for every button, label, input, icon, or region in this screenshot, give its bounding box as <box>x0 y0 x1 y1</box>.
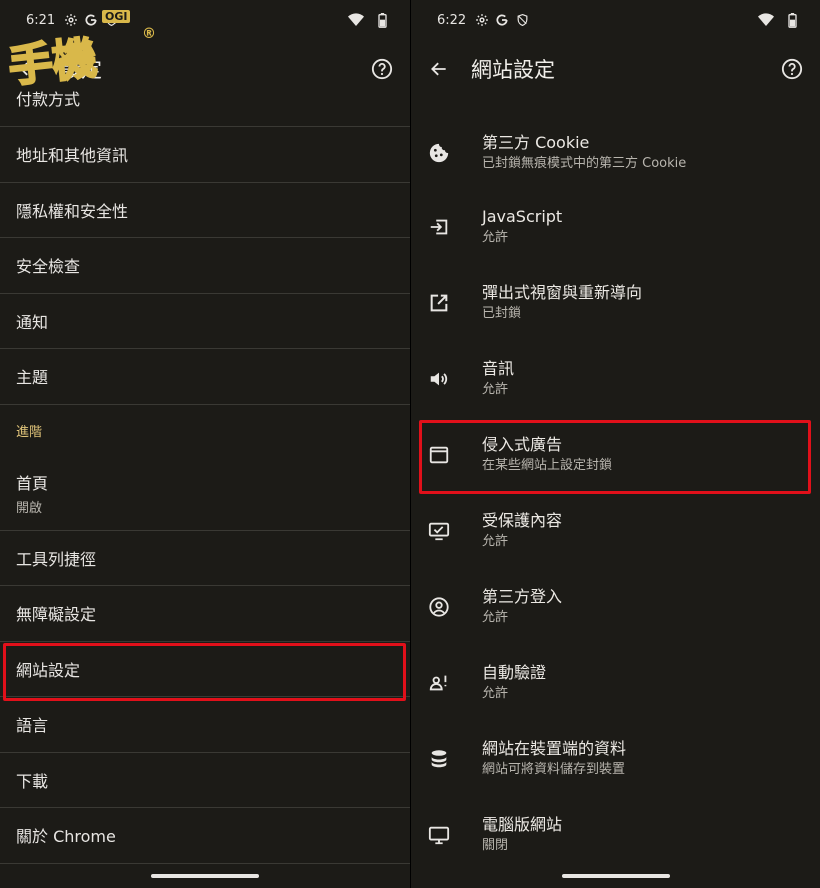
screenshot-composite: 6:21 設定 手機 OGI ® 付款方式 地址和其他資訊 隱私權和安全性 安全… <box>0 0 820 888</box>
gesture-nav-bar[interactable] <box>151 874 259 878</box>
account-icon <box>429 597 449 617</box>
javascript-icon <box>430 219 448 235</box>
shield-icon <box>103 12 119 28</box>
app-bar: 網站設定 <box>411 40 820 98</box>
settings-item-addresses[interactable]: 地址和其他資訊 <box>0 127 410 183</box>
settings-item-site-settings[interactable]: 網站設定 <box>0 642 410 697</box>
settings-item-toolbar-shortcut[interactable]: 工具列捷徑 <box>0 531 410 586</box>
status-bar: 6:22 <box>411 0 820 40</box>
popup-icon <box>430 294 448 312</box>
page-title: 網站設定 <box>471 58 555 82</box>
auto-verify-icon <box>429 675 447 691</box>
back-button[interactable] <box>425 55 453 83</box>
gear-icon <box>63 12 79 28</box>
settings-item-notifications[interactable]: 通知 <box>0 294 410 349</box>
settings-item-payment[interactable]: 付款方式 <box>0 72 410 127</box>
database-icon <box>431 750 447 768</box>
gear-icon <box>474 12 490 28</box>
settings-item-about-chrome[interactable]: 關於 Chrome <box>0 808 410 864</box>
site-setting-on-device-data[interactable]: 網站在裝置端的資料 網站可將資料儲存到裝置 <box>411 720 820 796</box>
site-setting-protected-content[interactable]: 受保護內容 允許 <box>411 492 820 568</box>
site-setting-desktop-site[interactable]: 電腦版網站 關閉 <box>411 796 820 872</box>
site-settings-list: 第三方 Cookie 已封鎖無痕模式中的第三方 Cookie JavaScript… <box>411 112 820 872</box>
settings-item-theme[interactable]: 主題 <box>0 349 410 405</box>
protected-content-icon <box>428 522 450 541</box>
cookie-icon <box>429 143 449 163</box>
status-bar: 6:21 <box>0 0 410 40</box>
help-button[interactable] <box>778 55 806 83</box>
gesture-nav-bar[interactable] <box>561 874 670 878</box>
site-setting-auto-verify[interactable]: 自動驗證 允許 <box>411 644 820 720</box>
status-time: 6:21 <box>26 12 56 28</box>
site-setting-third-party-sign-in[interactable]: 第三方登入 允許 <box>411 568 820 644</box>
settings-list: 付款方式 地址和其他資訊 隱私權和安全性 安全檢查 通知 主題 進階 首頁 開啟… <box>0 72 410 864</box>
settings-screen: 6:21 設定 手機 OGI ® 付款方式 地址和其他資訊 隱私權和安全性 安全… <box>0 0 410 888</box>
battery-icon <box>784 12 800 28</box>
wifi-icon <box>348 12 364 28</box>
google-icon <box>494 12 510 28</box>
site-setting-sound[interactable]: 音訊 允許 <box>411 340 820 416</box>
sound-icon <box>430 372 448 386</box>
settings-item-safety-check[interactable]: 安全檢查 <box>0 238 410 294</box>
site-setting-intrusive-ads[interactable]: 侵入式廣告 在某些網站上設定封鎖 <box>411 416 820 492</box>
settings-item-privacy[interactable]: 隱私權和安全性 <box>0 183 410 238</box>
site-settings-screen: 6:22 網站設定 第三方 Cookie 已封鎖無痕模式中的第三方 Cookie… <box>410 0 820 888</box>
ads-icon <box>429 446 449 464</box>
settings-item-languages[interactable]: 語言 <box>0 697 410 753</box>
settings-item-accessibility[interactable]: 無障礙設定 <box>0 586 410 642</box>
site-setting-popups[interactable]: 彈出式視窗與重新導向 已封鎖 <box>411 264 820 340</box>
section-header-advanced: 進階 <box>16 425 43 440</box>
wifi-icon <box>758 12 774 28</box>
arrow-back-icon <box>431 62 446 76</box>
desktop-icon <box>428 826 450 845</box>
settings-item-downloads[interactable]: 下載 <box>0 753 410 808</box>
status-time: 6:22 <box>437 12 467 28</box>
site-setting-javascript[interactable]: JavaScript 允許 <box>411 188 820 264</box>
help-icon <box>781 58 803 80</box>
shield-icon <box>514 12 530 28</box>
battery-icon <box>374 12 390 28</box>
site-setting-third-party-cookies[interactable]: 第三方 Cookie 已封鎖無痕模式中的第三方 Cookie <box>411 112 820 188</box>
google-icon <box>83 12 99 28</box>
settings-item-homepage[interactable]: 首頁 開啟 <box>0 457 410 531</box>
